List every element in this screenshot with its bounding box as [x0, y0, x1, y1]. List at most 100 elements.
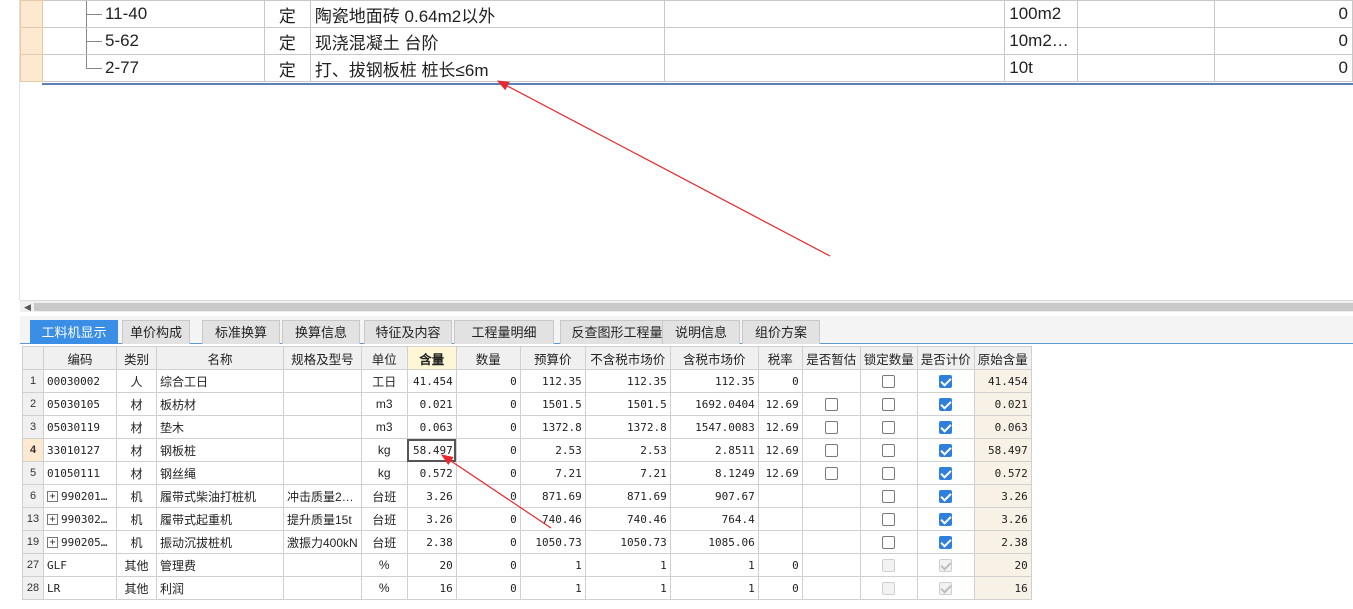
horizontal-scrollbar[interactable]: ◀	[20, 300, 1353, 312]
item-name[interactable]: 综合工日	[156, 369, 284, 393]
code-cell[interactable]: +990205…	[43, 530, 117, 554]
row-indicator[interactable]	[20, 0, 43, 28]
original-qty[interactable]: 3.26	[973, 484, 1032, 508]
quota-value[interactable]: 0	[1214, 27, 1353, 55]
quota-blank[interactable]	[1077, 0, 1216, 28]
lock-qty-checkbox[interactable]	[882, 513, 896, 527]
tab-8[interactable]: 说明信息	[662, 320, 740, 344]
category[interactable]: 机	[116, 530, 157, 554]
spec[interactable]	[283, 415, 362, 439]
market-price-inc-tax[interactable]: 1085.06	[669, 530, 759, 554]
column-header-1[interactable]: 编码	[43, 346, 117, 370]
quota-value[interactable]: 0	[1214, 0, 1353, 28]
row-number[interactable]: 13	[22, 507, 44, 531]
lock-cell[interactable]	[859, 438, 918, 462]
category[interactable]: 材	[116, 415, 157, 439]
expand-plus-icon[interactable]: +	[47, 514, 58, 525]
is-priced-checkbox[interactable]	[939, 513, 953, 527]
tab-9[interactable]: 组价方案	[742, 320, 820, 344]
column-header-11[interactable]: 税率	[757, 346, 803, 370]
column-header-2[interactable]: 类别	[116, 346, 157, 370]
estimate-cell[interactable]	[801, 438, 861, 462]
original-qty[interactable]: 0.572	[973, 461, 1032, 485]
scrollbar-thumb[interactable]	[34, 303, 1353, 311]
table-row[interactable]: 1 00030002 人综合工日 工日 41.454 0 112.35 112.35 112.3…	[22, 369, 1032, 393]
market-price-inc-tax[interactable]: 2.8511	[669, 438, 759, 462]
estimate-cell[interactable]	[801, 576, 861, 600]
table-row[interactable]: 28 LR 其他 利润% 16 0 1 1 1 0 16	[22, 576, 1032, 600]
market-price-ex-tax[interactable]: 871.69	[584, 484, 671, 508]
quota-unit[interactable]: 10m2…	[1004, 27, 1079, 55]
market-price-inc-tax[interactable]: 1547.0083	[669, 415, 759, 439]
market-price-inc-tax[interactable]: 1	[669, 576, 759, 600]
budget-price[interactable]: 1	[519, 576, 586, 600]
row-number[interactable]: 5	[22, 461, 44, 485]
spec[interactable]	[283, 438, 362, 462]
table-row[interactable]: 4 33010127 材钢板桩 kg 58.497 0 2.53 2.53 2.8511 12.6…	[22, 438, 1032, 462]
original-qty[interactable]: 41.454	[973, 369, 1032, 393]
quota-name[interactable]: 打、拔钢板桩 桩长≤6m	[309, 54, 665, 82]
tab-7[interactable]: 反查图形工程量	[560, 320, 674, 344]
budget-price[interactable]: 2.53	[519, 438, 586, 462]
tax-rate[interactable]: 0	[757, 576, 803, 600]
tax-rate[interactable]: 12.69	[757, 461, 803, 485]
code-cell[interactable]: 05030119	[43, 415, 117, 439]
lock-qty-checkbox[interactable]	[882, 375, 896, 389]
scroll-left-icon[interactable]: ◀	[24, 302, 31, 313]
amount[interactable]: 0	[455, 392, 521, 416]
market-price-ex-tax[interactable]: 1050.73	[584, 530, 671, 554]
content-qty[interactable]: 0.021	[406, 392, 457, 416]
market-price-inc-tax[interactable]: 112.35	[669, 369, 759, 393]
is-priced-checkbox[interactable]	[939, 467, 953, 481]
price-cell[interactable]	[916, 507, 975, 531]
estimate-cell[interactable]	[801, 392, 861, 416]
quota-blank[interactable]	[1077, 54, 1216, 82]
spec[interactable]	[283, 461, 362, 485]
content-qty[interactable]: 20	[406, 553, 457, 577]
quota-spec[interactable]	[663, 0, 1006, 28]
unit[interactable]: kg	[360, 461, 408, 485]
market-price-ex-tax[interactable]: 7.21	[584, 461, 671, 485]
amount[interactable]: 0	[455, 461, 521, 485]
category[interactable]: 机	[116, 484, 157, 508]
quota-row[interactable]: 5-62 定现浇混凝土 台阶 10m2… 0	[20, 27, 1353, 55]
item-name[interactable]: 履带式起重机	[156, 507, 284, 531]
price-cell[interactable]	[916, 438, 975, 462]
estimate-cell[interactable]	[801, 553, 861, 577]
quota-unit[interactable]: 10t	[1004, 54, 1079, 82]
price-cell[interactable]	[916, 461, 975, 485]
price-cell[interactable]	[916, 369, 975, 393]
item-name[interactable]: 履带式柴油打桩机	[156, 484, 284, 508]
row-indicator[interactable]	[20, 27, 43, 55]
is-priced-checkbox[interactable]	[939, 536, 953, 550]
quota-name[interactable]: 陶瓷地面砖 0.64m2以外	[309, 0, 665, 28]
market-price-ex-tax[interactable]: 1372.8	[584, 415, 671, 439]
is-priced-checkbox[interactable]	[939, 398, 953, 412]
market-price-inc-tax[interactable]: 1692.0404	[669, 392, 759, 416]
original-qty[interactable]: 3.26	[973, 507, 1032, 531]
column-header-14[interactable]: 是否计价	[916, 346, 975, 370]
lock-qty-checkbox[interactable]	[882, 536, 896, 550]
price-cell[interactable]	[916, 553, 975, 577]
estimate-checkbox[interactable]	[824, 398, 838, 412]
table-row[interactable]: 6 +990201… 机履带式柴油打桩机 冲击质量2… 台班 3.26 0 871.69 871…	[22, 484, 1032, 508]
column-header-4[interactable]: 规格及型号	[283, 346, 362, 370]
column-header-13[interactable]: 锁定数量	[859, 346, 918, 370]
code-cell[interactable]: GLF	[43, 553, 117, 577]
category[interactable]: 人	[116, 369, 157, 393]
lock-cell[interactable]	[859, 392, 918, 416]
spec[interactable]: 冲击质量2…	[283, 484, 362, 508]
original-qty[interactable]: 58.497	[973, 438, 1032, 462]
lock-qty-checkbox[interactable]	[882, 398, 896, 412]
original-qty[interactable]: 0.063	[973, 415, 1032, 439]
item-name[interactable]: 钢板桩	[156, 438, 284, 462]
lock-qty-checkbox[interactable]	[882, 444, 896, 458]
unit[interactable]: %	[360, 576, 408, 600]
content-qty[interactable]: 0.572	[406, 461, 457, 485]
tab-5[interactable]: 特征及内容	[364, 320, 452, 344]
row-number[interactable]: 27	[22, 553, 44, 577]
original-qty[interactable]: 20	[973, 553, 1032, 577]
estimate-cell[interactable]	[801, 415, 861, 439]
column-header-7[interactable]: 数量	[455, 346, 521, 370]
quota-type[interactable]: 定	[263, 54, 311, 82]
